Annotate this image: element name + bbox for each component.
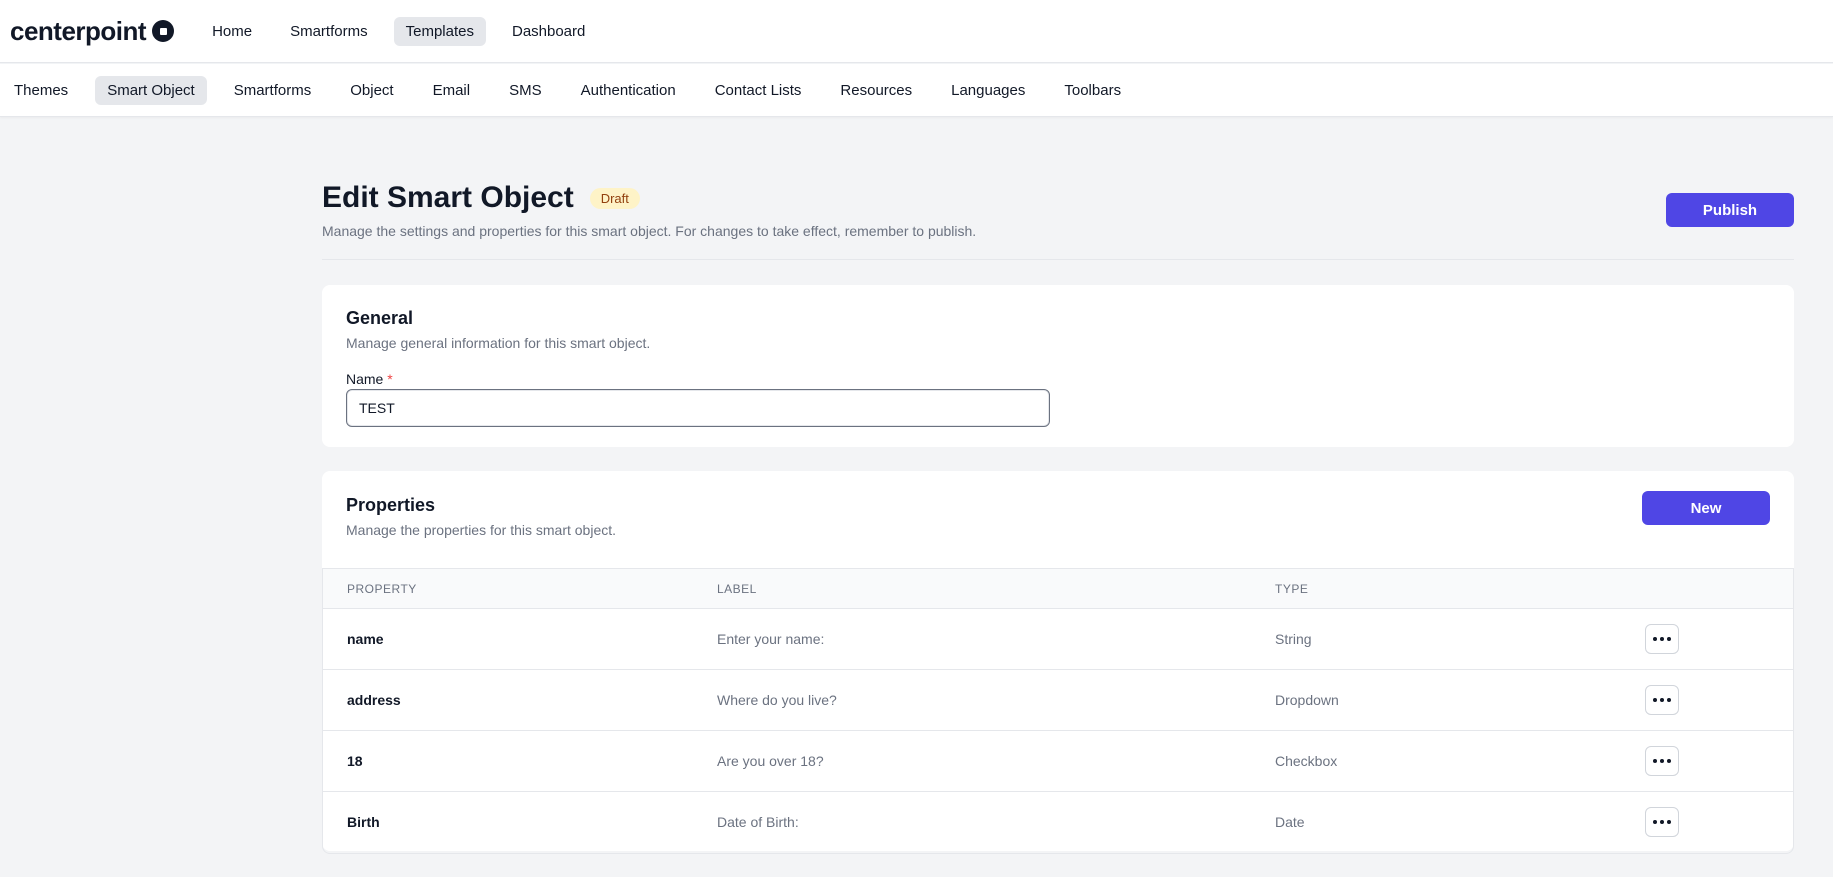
label-cell: Enter your name: bbox=[717, 631, 825, 647]
page-subtitle: Manage the settings and properties for t… bbox=[322, 223, 977, 239]
column-header-label: LABEL bbox=[717, 582, 757, 596]
general-description: Manage general information for this smar… bbox=[346, 335, 651, 351]
more-horizontal-icon bbox=[1653, 698, 1671, 702]
subnav-item-authentication[interactable]: Authentication bbox=[569, 76, 688, 105]
name-input[interactable] bbox=[346, 389, 1050, 427]
table-row: address Where do you live? Dropdown bbox=[323, 670, 1793, 731]
property-cell: Birth bbox=[347, 814, 380, 830]
new-property-button[interactable]: New bbox=[1642, 491, 1770, 525]
subnav-item-sms[interactable]: SMS bbox=[497, 76, 554, 105]
column-header-type: TYPE bbox=[1275, 582, 1309, 596]
page-header: Edit Smart Object Draft Manage the setti… bbox=[322, 117, 1794, 260]
top-nav: Home Smartforms Templates Dashboard bbox=[200, 16, 597, 46]
subnav-item-object[interactable]: Object bbox=[338, 76, 405, 105]
title-row: Edit Smart Object Draft bbox=[322, 181, 640, 215]
table-row: 18 Are you over 18? Checkbox bbox=[323, 731, 1793, 792]
property-cell: address bbox=[347, 692, 401, 708]
brand-name: centerpoint bbox=[10, 15, 147, 46]
publish-button[interactable]: Publish bbox=[1666, 193, 1794, 227]
topnav-item-smartforms[interactable]: Smartforms bbox=[278, 17, 380, 46]
row-actions-button[interactable] bbox=[1645, 807, 1679, 837]
properties-description: Manage the properties for this smart obj… bbox=[346, 522, 617, 538]
brand-logo-icon bbox=[152, 20, 175, 42]
type-cell: Date bbox=[1275, 814, 1305, 830]
type-cell: Checkbox bbox=[1275, 753, 1338, 769]
subnav-item-themes[interactable]: Themes bbox=[2, 76, 80, 105]
property-cell: 18 bbox=[347, 753, 363, 769]
top-navbar: centerpoint Home Smartforms Templates Da… bbox=[0, 0, 1833, 63]
sub-nav: Themes Smart Object Smartforms Object Em… bbox=[2, 75, 1133, 105]
table-row: name Enter your name: String bbox=[323, 609, 1793, 670]
table-row: Birth Date of Birth: Date bbox=[323, 792, 1793, 853]
row-actions-button[interactable] bbox=[1645, 624, 1679, 654]
name-field-label: Name * bbox=[346, 371, 393, 387]
brand-logo[interactable]: centerpoint bbox=[10, 15, 175, 47]
type-cell: String bbox=[1275, 631, 1312, 647]
properties-title: Properties bbox=[346, 495, 436, 515]
subnav-item-languages[interactable]: Languages bbox=[939, 76, 1037, 105]
subnav-item-resources[interactable]: Resources bbox=[828, 76, 924, 105]
properties-card: Properties Manage the properties for thi… bbox=[322, 471, 1794, 854]
name-label-text: Name bbox=[346, 371, 384, 387]
properties-table: PROPERTY LABEL TYPE name Enter your name… bbox=[322, 568, 1794, 854]
table-header: PROPERTY LABEL TYPE bbox=[323, 569, 1793, 609]
label-cell: Date of Birth: bbox=[717, 814, 799, 830]
topnav-item-home[interactable]: Home bbox=[200, 17, 264, 46]
label-cell: Are you over 18? bbox=[717, 753, 824, 769]
row-actions-button[interactable] bbox=[1645, 685, 1679, 715]
property-cell: name bbox=[347, 631, 384, 647]
column-header-property: PROPERTY bbox=[347, 582, 417, 596]
type-cell: Dropdown bbox=[1275, 692, 1339, 708]
subnav-item-email[interactable]: Email bbox=[421, 76, 483, 105]
more-horizontal-icon bbox=[1653, 759, 1671, 763]
main-content: Edit Smart Object Draft Manage the setti… bbox=[322, 117, 1794, 854]
topnav-item-templates[interactable]: Templates bbox=[393, 16, 486, 46]
topnav-item-dashboard[interactable]: Dashboard bbox=[500, 17, 597, 46]
label-cell: Where do you live? bbox=[717, 692, 837, 708]
page-title: Edit Smart Object bbox=[322, 181, 574, 214]
subnav-item-toolbars[interactable]: Toolbars bbox=[1052, 76, 1133, 105]
status-badge: Draft bbox=[589, 187, 640, 209]
more-horizontal-icon bbox=[1653, 637, 1671, 641]
subnav-item-smartforms[interactable]: Smartforms bbox=[222, 76, 324, 105]
general-card: General Manage general information for t… bbox=[322, 285, 1794, 447]
sub-navbar: Themes Smart Object Smartforms Object Em… bbox=[0, 64, 1833, 117]
general-title: General bbox=[346, 308, 414, 328]
required-mark: * bbox=[387, 371, 393, 387]
more-horizontal-icon bbox=[1653, 820, 1671, 824]
row-actions-button[interactable] bbox=[1645, 746, 1679, 776]
subnav-item-contact-lists[interactable]: Contact Lists bbox=[703, 76, 814, 105]
subnav-item-smart-object[interactable]: Smart Object bbox=[95, 75, 207, 105]
